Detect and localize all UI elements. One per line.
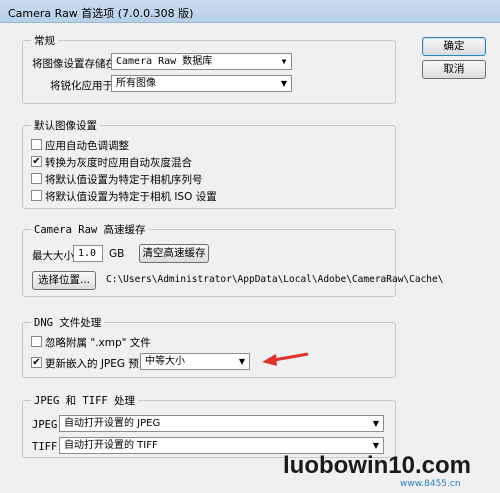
ok-button[interactable]: 确定 (422, 37, 486, 56)
checkmark-icon: ✔ (32, 156, 41, 167)
auto-gray-checkbox[interactable]: ✔ (31, 156, 42, 167)
ignore-xmp-label: 忽略附属 ".xmp" 文件 (45, 337, 151, 349)
chevron-down-icon: ▼ (281, 56, 287, 66)
ignore-xmp-checkbox[interactable] (31, 336, 42, 347)
sharpen-select[interactable]: 所有图像 ▼ (111, 75, 292, 92)
auto-tone-label: 应用自动色调调整 (45, 140, 129, 152)
max-size-input[interactable]: 1.0 (73, 245, 103, 262)
default-image-legend: 默认图像设置 (31, 118, 100, 133)
chevron-down-icon: ▼ (280, 78, 288, 88)
purge-cache-button[interactable]: 清空高速缓存 (139, 244, 209, 263)
jpeg-preview-select[interactable]: 中等大小 ▼ (140, 353, 250, 370)
cancel-button[interactable]: 取消 (422, 60, 486, 79)
jpeg-handling-select[interactable]: 自动打开设置的 JPEG ▼ (59, 415, 384, 432)
window-title: Camera Raw 首选项 (7.0.0.308 版) (8, 7, 194, 20)
auto-tone-checkbox[interactable] (31, 139, 42, 150)
red-arrow-annotation (262, 352, 309, 366)
watermark-site: www.8455.cn (400, 479, 461, 489)
update-jpeg-checkbox[interactable]: ✔ (31, 357, 42, 368)
sharpen-value: 所有图像 (116, 78, 156, 89)
general-group: 常规 (22, 33, 396, 104)
iso-default-checkbox[interactable] (31, 190, 42, 201)
chevron-down-icon: ▼ (238, 356, 246, 366)
auto-gray-label: 转换为灰度时应用自动灰度混合 (45, 157, 192, 169)
max-size-label: 最大大小: (32, 250, 78, 262)
dng-legend: DNG 文件处理 (31, 315, 105, 330)
chevron-down-icon: ▼ (372, 440, 380, 450)
title-bar: Camera Raw 首选项 (7.0.0.308 版) (0, 0, 500, 23)
checkmark-icon: ✔ (32, 357, 41, 368)
save-settings-select[interactable]: Camera Raw 数据库 ▼ (111, 53, 292, 70)
update-jpeg-label: 更新嵌入的 JPEG 预览: (45, 358, 153, 370)
watermark-text: luobowin10.com (283, 452, 472, 479)
cache-path: C:\Users\Administrator\AppData\Local\Ado… (106, 274, 444, 285)
serial-default-label: 将默认值设置为特定于相机序列号 (45, 174, 203, 186)
serial-default-checkbox[interactable] (31, 173, 42, 184)
size-unit-label: GB (109, 248, 125, 260)
save-settings-value: Camera Raw 数据库 (116, 56, 213, 67)
iso-default-label: 将默认值设置为特定于相机 ISO 设置 (45, 191, 217, 203)
choose-location-button[interactable]: 选择位置... (32, 271, 96, 290)
chevron-down-icon: ▼ (372, 418, 380, 428)
cache-legend: Camera Raw 高速缓存 (31, 222, 149, 237)
jpeg-preview-value: 中等大小 (145, 356, 185, 367)
jpeg-handling-value: 自动打开设置的 JPEG (64, 418, 161, 429)
jpeg-tiff-legend: JPEG 和 TIFF 处理 (31, 393, 139, 408)
general-legend: 常规 (31, 33, 58, 48)
save-settings-label: 将图像设置存储在: (32, 58, 120, 70)
sharpen-label: 将锐化应用于: (50, 80, 117, 92)
tiff-handling-value: 自动打开设置的 TIFF (64, 440, 158, 451)
